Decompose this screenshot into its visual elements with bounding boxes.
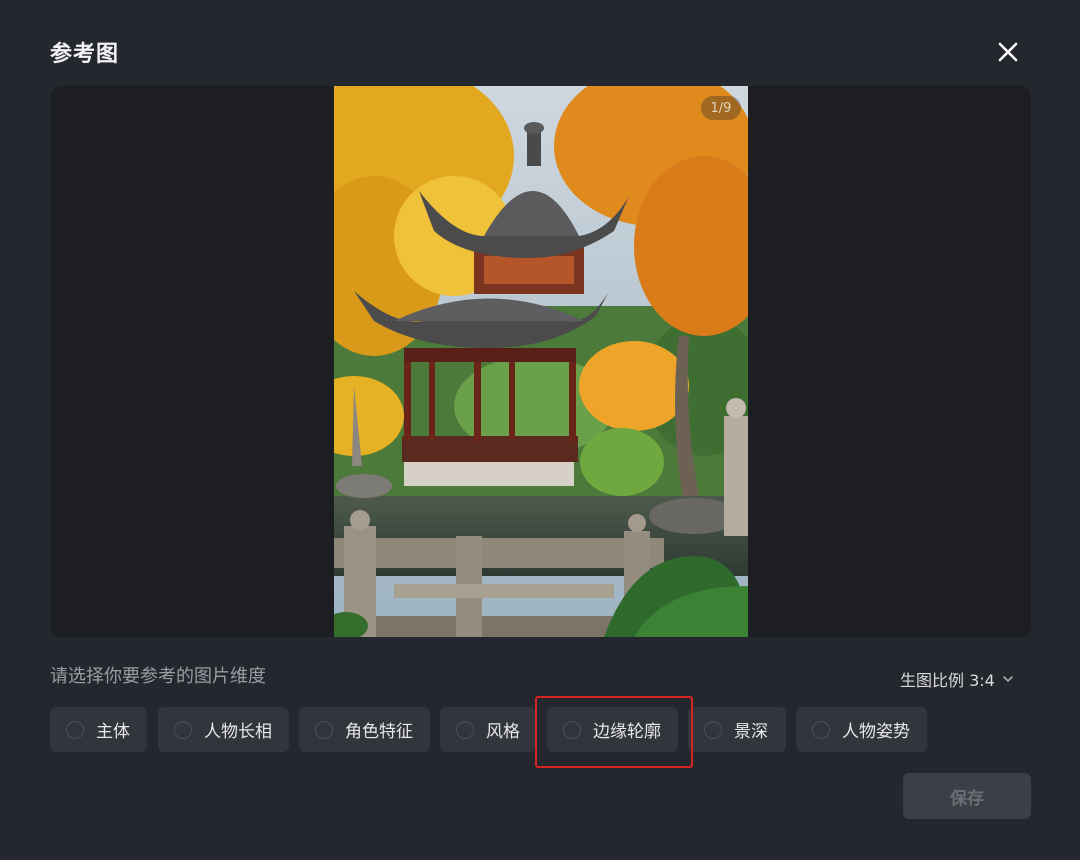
radio-circle-icon: [563, 720, 581, 739]
radio-circle-icon: [66, 720, 84, 739]
option-label: 景深: [734, 722, 768, 742]
radio-circle-icon: [704, 720, 722, 739]
chevron-down-icon: [1003, 676, 1013, 682]
option-depth-of-field[interactable]: 景深: [688, 707, 786, 752]
dialog-title: 参考图: [50, 42, 120, 67]
option-label: 人物姿势: [842, 722, 910, 742]
reference-photo: [334, 86, 748, 637]
reference-image-dialog: 参考图 1/9 请选择你要参考的图片维度 生图比例 3:4 主体 人物长相 角色…: [0, 0, 1080, 860]
save-button[interactable]: 保存: [903, 773, 1031, 819]
radio-circle-icon: [456, 720, 474, 739]
option-subject[interactable]: 主体: [50, 707, 147, 752]
option-style[interactable]: 风格: [440, 707, 536, 752]
radio-circle-icon: [315, 720, 333, 739]
option-label: 边缘轮廓: [593, 722, 661, 742]
option-label: 主体: [96, 722, 130, 742]
option-edge-contour[interactable]: 边缘轮廓: [547, 707, 678, 752]
image-preview: 1/9: [51, 86, 1031, 637]
close-icon: [998, 42, 1018, 62]
radio-circle-icon: [174, 720, 192, 739]
close-button[interactable]: [990, 34, 1026, 70]
ratio-label: 生图比例 3:4: [900, 671, 995, 690]
option-face[interactable]: 人物长相: [158, 707, 289, 752]
option-label: 人物长相: [204, 722, 272, 742]
image-counter: 1/9: [701, 96, 741, 120]
option-pose[interactable]: 人物姿势: [796, 707, 927, 752]
option-label: 风格: [486, 722, 520, 742]
radio-circle-icon: [812, 720, 830, 739]
ratio-selector[interactable]: 生图比例 3:4: [900, 667, 1015, 691]
option-label: 角色特征: [345, 722, 413, 742]
option-character-features[interactable]: 角色特征: [299, 707, 430, 752]
dimension-prompt: 请选择你要参考的图片维度: [50, 666, 266, 687]
